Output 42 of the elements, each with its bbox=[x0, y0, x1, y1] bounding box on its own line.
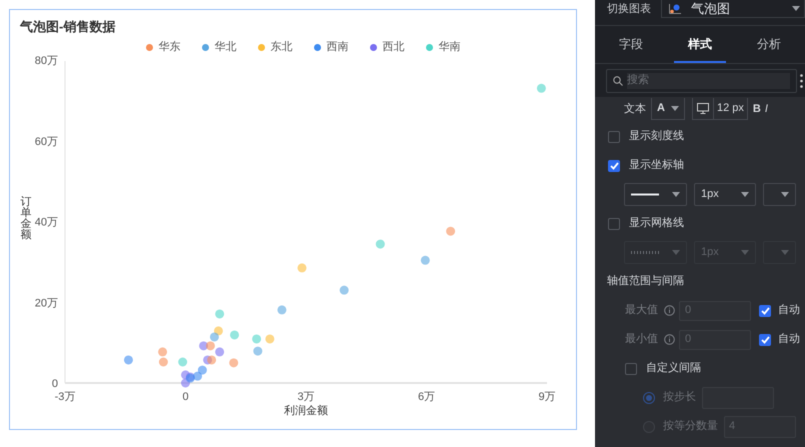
checkbox-label: 自动 bbox=[778, 303, 800, 318]
y-axis-title: 订单金额 bbox=[20, 196, 32, 241]
x-tick-label: -3万 bbox=[54, 391, 76, 403]
font-size-field[interactable]: 12 px bbox=[692, 98, 748, 120]
range-label: 最大值 bbox=[625, 303, 658, 318]
checkbox-label: 自动 bbox=[778, 332, 800, 348]
checkbox-label: 显示坐标轴 bbox=[629, 158, 684, 174]
y-tick-label: 20万 bbox=[34, 297, 58, 310]
tab[interactable]: 分析 bbox=[743, 26, 795, 63]
y-tick-label: 40万 bbox=[34, 216, 58, 228]
legend-label: 华南 bbox=[438, 40, 460, 54]
y-tick-label: 0 bbox=[52, 378, 58, 390]
switch-chart-label: 切换图表 bbox=[607, 2, 651, 17]
legend-label: 东北 bbox=[270, 40, 292, 54]
legend-label: 华东 bbox=[158, 40, 180, 54]
x-tick-label: 0 bbox=[182, 391, 189, 403]
y-tick-label: 60万 bbox=[34, 136, 58, 148]
y-tick-label: 80万 bbox=[34, 55, 58, 67]
checkbox-label: 显示刻度线 bbox=[629, 128, 684, 144]
checkbox-label: 自定义间隔 bbox=[646, 360, 701, 376]
radio-label: 按步长 bbox=[663, 390, 696, 406]
search-field[interactable]: 搜索 bbox=[606, 68, 797, 92]
chart-type-select[interactable]: 气泡图 bbox=[661, 0, 805, 18]
x-tick-label: 3万 bbox=[297, 391, 315, 403]
legend-label: 西北 bbox=[382, 40, 404, 54]
font-size-value: 12 px bbox=[716, 101, 745, 116]
legend-label: 西南 bbox=[326, 40, 348, 54]
text-label: 文本 bbox=[624, 102, 646, 117]
x-tick-label: 9万 bbox=[538, 391, 556, 403]
range-label: 最小值 bbox=[625, 332, 658, 348]
tab[interactable]: 字段 bbox=[605, 26, 657, 63]
checkbox-label: 显示网格线 bbox=[629, 216, 684, 232]
radio-label: 按等分数量 bbox=[663, 419, 718, 434]
section-heading: 轴值范围与间隔 bbox=[607, 274, 684, 290]
italic-button[interactable]: I bbox=[764, 100, 768, 118]
x-axis-title: 利润金额 bbox=[284, 405, 328, 417]
bold-button[interactable]: B bbox=[752, 100, 761, 118]
font-select[interactable]: A bbox=[651, 98, 685, 120]
chart-title: 气泡图-销售数据 bbox=[20, 18, 116, 36]
legend-label: 华北 bbox=[214, 40, 236, 54]
width-select[interactable]: 1px bbox=[694, 183, 756, 206]
x-tick-label: 6万 bbox=[418, 391, 436, 403]
